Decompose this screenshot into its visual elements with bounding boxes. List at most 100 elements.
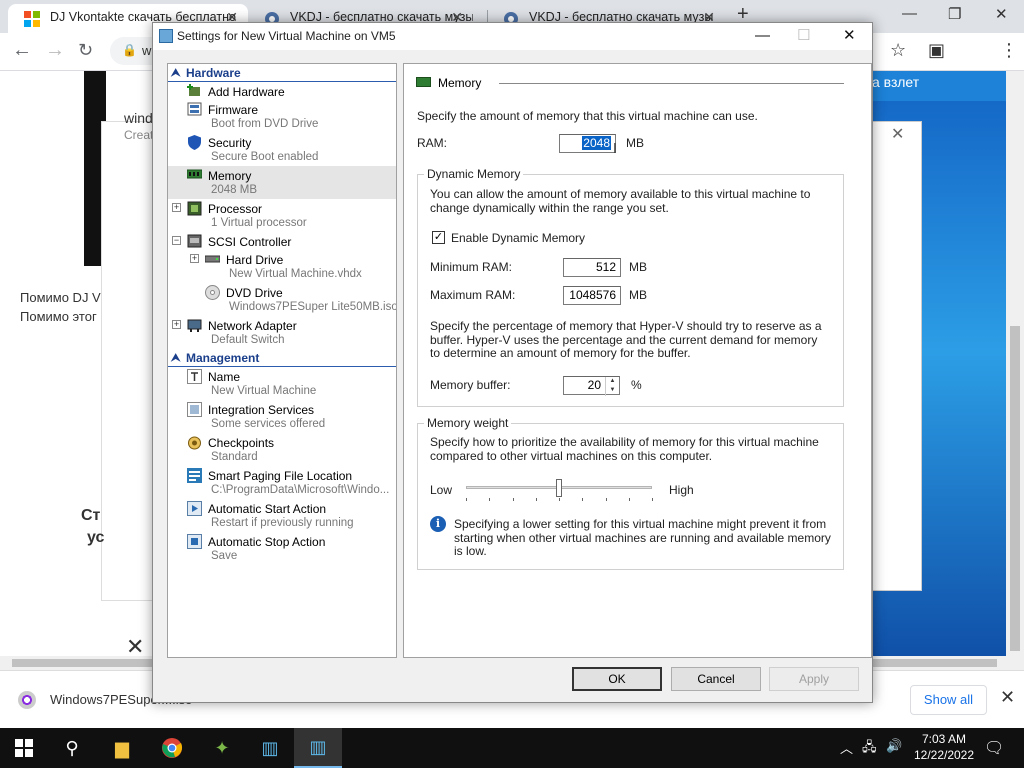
close-dialog-icon[interactable]: ✕ <box>843 23 856 49</box>
expand-plus-icon[interactable]: + <box>172 203 181 212</box>
tree-item-label: Memory <box>208 169 252 183</box>
tree-item-integration-services[interactable]: Integration Services Some services offer… <box>168 400 396 433</box>
tree-item-security[interactable]: Security Secure Boot enabled <box>168 133 396 166</box>
tree-item-detail: Some services offered <box>211 418 326 430</box>
buffer-text: Specify the percentage of memory that Hy… <box>430 319 822 360</box>
auto-stop-icon <box>187 534 202 549</box>
ram-value: 2048 <box>582 136 611 150</box>
slider-tick <box>605 498 607 501</box>
collapse-chevron-icon[interactable]: ⮝ <box>171 351 180 366</box>
tree-item-label: Security <box>208 136 252 150</box>
clock-date: 12/22/2022 <box>913 748 975 762</box>
tree-item-smart-paging[interactable]: Smart Paging File Location C:\ProgramDat… <box>168 466 396 499</box>
menu-kebab-icon[interactable]: ⋮ <box>1000 40 1018 61</box>
max-ram-value: 1048576 <box>569 288 616 302</box>
maximize-icon[interactable]: ☐ <box>797 23 810 49</box>
tree-item-detail: Save <box>211 550 238 562</box>
search-icon[interactable]: ⚲ <box>48 728 96 768</box>
expand-plus-icon[interactable]: + <box>172 320 181 329</box>
tree-item-auto-stop[interactable]: Automatic Stop Action Save <box>168 532 396 565</box>
tree-item-processor[interactable]: + Processor 1 Virtual processor <box>168 199 396 232</box>
side-panel-icon[interactable]: ▣ <box>928 40 945 61</box>
max-ram-input[interactable]: 1048576 <box>563 286 621 305</box>
slider-tick <box>489 498 491 501</box>
horizontal-scrollbar-thumb[interactable] <box>12 659 152 667</box>
hard-drive-icon <box>204 252 221 266</box>
clock-time: 7:03 AM <box>921 732 967 746</box>
file-explorer-icon[interactable]: ▆ <box>98 728 146 768</box>
tree-item-hard-drive[interactable]: + Hard Drive New Virtual Machine.vhdx <box>168 250 396 283</box>
bookmark-star-icon[interactable]: ☆ <box>890 40 906 61</box>
tree-item-checkpoints[interactable]: Checkpoints Standard <box>168 433 396 466</box>
section-label: Hardware <box>186 66 241 80</box>
tree-item-detail: Default Switch <box>211 334 285 346</box>
chrome-icon[interactable] <box>148 728 196 768</box>
expand-plus-icon[interactable]: + <box>190 254 199 263</box>
restore-icon[interactable]: ❐ <box>948 5 961 23</box>
page-blue-banner: а взлет <box>860 71 1006 101</box>
buffer-spinner[interactable]: ▲ ▼ <box>605 377 619 396</box>
minimize-icon[interactable]: — <box>902 5 917 22</box>
tree-item-label: Hard Drive <box>226 253 284 267</box>
close-download-bar-icon[interactable]: ✕ <box>1000 687 1015 708</box>
hyperv-settings-icon[interactable]: ▥ <box>294 728 342 768</box>
page-bold-text: Ст <box>81 507 101 524</box>
slider-tick <box>512 498 514 501</box>
taskbar: ⚲ ▆ ✦ ▥ ▥ ︿ 🖧 🔊 7:03 AM 12/22/2022 🗨 <box>0 728 1024 768</box>
slider-tick <box>535 498 537 501</box>
tree-item-name[interactable]: Name New Virtual Machine <box>168 367 396 400</box>
close-popup-icon[interactable]: ✕ <box>891 124 904 144</box>
ram-input[interactable]: 2048 <box>559 134 616 153</box>
slider-thumb[interactable] <box>556 479 562 497</box>
tree-item-auto-start[interactable]: Automatic Start Action Restart if previo… <box>168 499 396 532</box>
collapse-minus-icon[interactable]: − <box>172 236 181 245</box>
tree-item-dvd-drive[interactable]: DVD Drive Windows7PESuper Lite50MB.iso <box>168 283 396 316</box>
memory-buffer-input[interactable]: 20 ▲ ▼ <box>563 376 620 396</box>
apply-button[interactable]: Apply <box>769 667 859 691</box>
dynamic-memory-text: You can allow the amount of memory avail… <box>430 187 811 215</box>
start-button[interactable] <box>0 728 48 768</box>
memory-weight-group: Memory weight Specify how to prioritize … <box>417 416 844 570</box>
memory-intro: Specify the amount of memory that this v… <box>417 109 758 123</box>
volume-icon[interactable]: 🔊 <box>886 738 902 754</box>
collapse-chevron-icon[interactable]: ⮝ <box>171 66 180 81</box>
taskbar-clock[interactable]: 7:03 AM 12/22/2022 <box>905 731 983 763</box>
people-app-icon[interactable]: ✦ <box>198 728 246 768</box>
dynamic-memory-legend: Dynamic Memory <box>424 167 524 181</box>
reload-icon[interactable]: ↻ <box>78 40 93 61</box>
min-ram-input[interactable]: 512 <box>563 258 621 277</box>
percent-sign: % <box>631 378 642 392</box>
memory-weight-slider[interactable] <box>466 479 653 503</box>
tree-item-firmware[interactable]: Firmware Boot from DVD Drive <box>168 100 396 133</box>
page-bold-text: ус <box>87 529 105 546</box>
notification-icon[interactable]: 🗨 <box>984 738 1004 758</box>
back-arrow-icon[interactable]: ← <box>12 39 32 62</box>
section-hardware[interactable]: ⮝ Hardware <box>168 66 396 82</box>
horizontal-scrollbar-thumb[interactable] <box>872 659 997 667</box>
slider-tick <box>582 498 584 501</box>
ok-button[interactable]: OK <box>572 667 662 691</box>
spin-up-icon[interactable]: ▲ <box>606 377 619 386</box>
memory-chip-icon <box>416 77 431 87</box>
tree-item-network-adapter[interactable]: + Network Adapter Default Switch <box>168 316 396 349</box>
tree-item-memory[interactable]: Memory 2048 MB <box>168 166 396 199</box>
dialog-title-bar[interactable]: Settings for New Virtual Machine on VM5 … <box>153 23 872 50</box>
enable-dynamic-memory-checkbox[interactable]: ✓ <box>432 231 445 244</box>
tray-chevron-icon[interactable]: ︿ <box>840 738 853 757</box>
cancel-button[interactable]: Cancel <box>671 667 761 691</box>
forward-arrow-icon[interactable]: → <box>45 39 65 62</box>
minimize-icon[interactable]: — <box>755 23 770 49</box>
min-ram-unit: MB <box>629 260 647 274</box>
weight-info-text: Specifying a lower setting for this virt… <box>454 517 831 558</box>
network-icon[interactable]: 🖧 <box>862 738 877 760</box>
scrollbar-thumb[interactable] <box>1010 326 1020 651</box>
hyperv-manager-icon[interactable]: ▥ <box>246 728 294 768</box>
windows-start-icon <box>15 739 33 757</box>
section-management[interactable]: ⮝ Management <box>168 351 396 367</box>
spin-down-icon[interactable]: ▼ <box>606 386 619 395</box>
address-bar[interactable]: 🔒 w <box>110 37 155 65</box>
tree-item-label: Add Hardware <box>208 85 285 99</box>
show-all-button[interactable]: Show all <box>910 685 987 715</box>
memory-buffer-label: Memory buffer: <box>430 378 511 392</box>
close-window-icon[interactable]: ✕ <box>995 5 1008 23</box>
